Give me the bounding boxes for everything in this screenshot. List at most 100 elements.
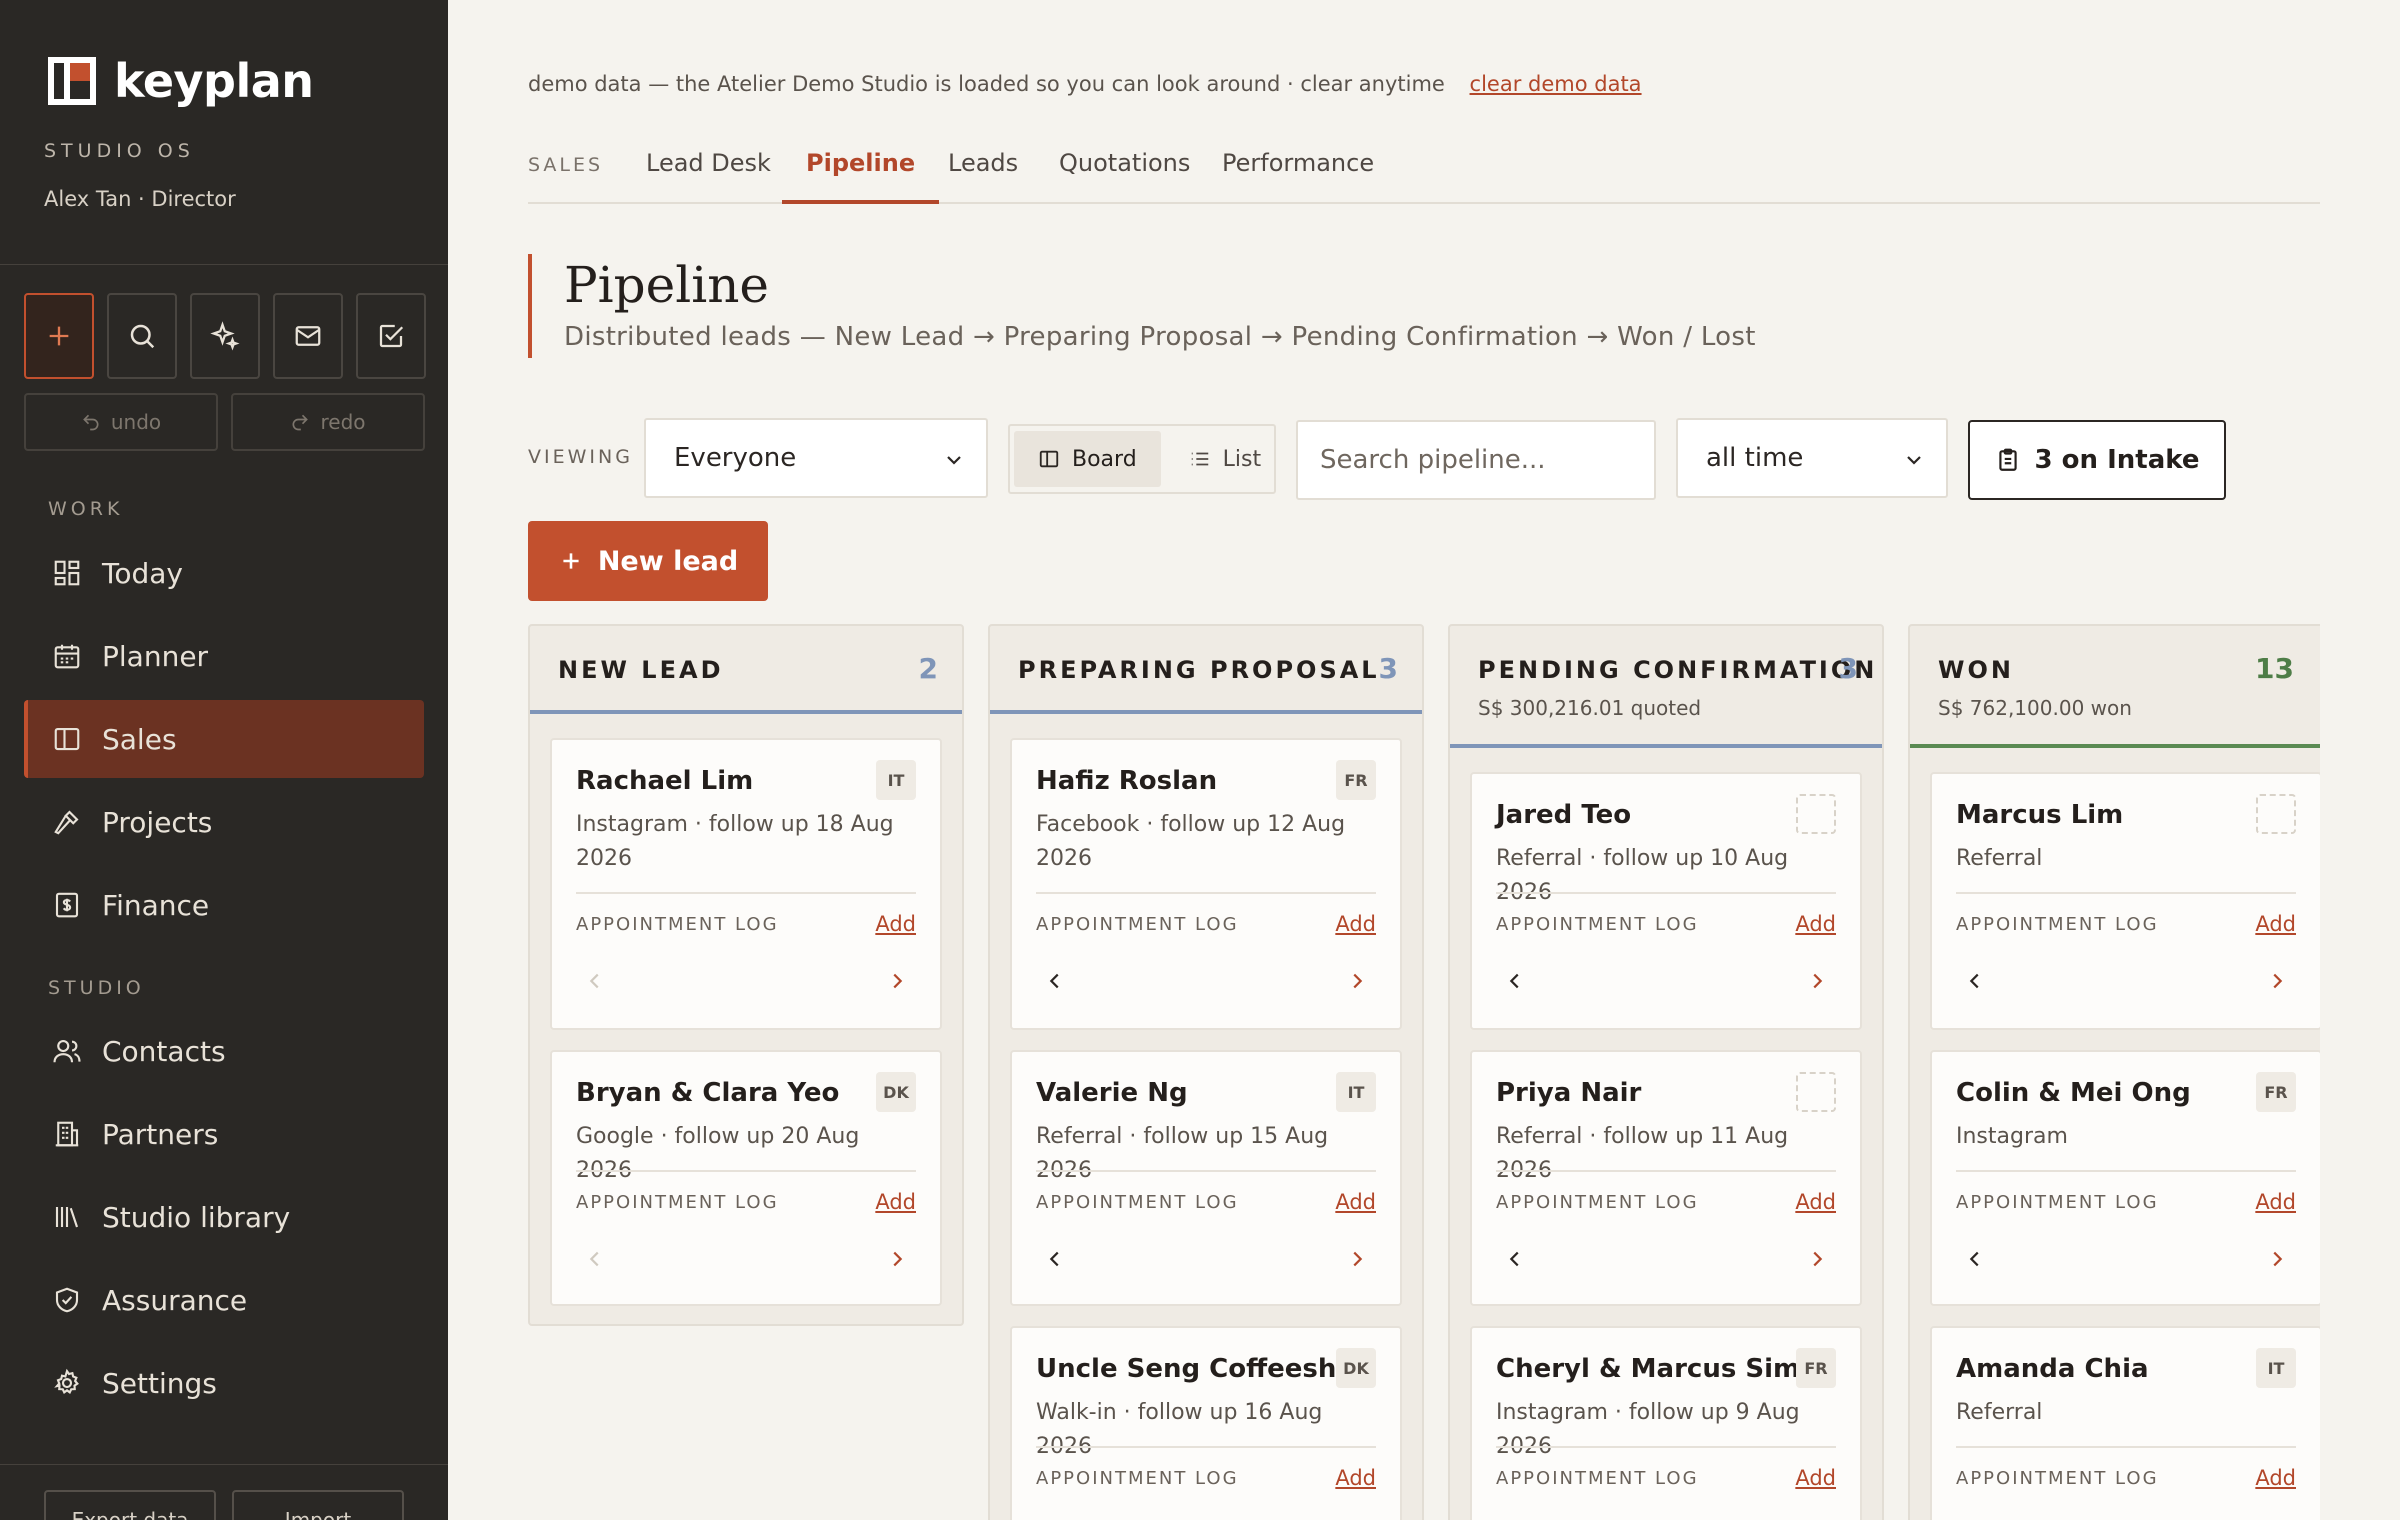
view-board-option[interactable]: Board — [1014, 431, 1161, 487]
lead-card[interactable]: Colin & Mei Ong FR Instagram APPOINTMENT… — [1930, 1050, 2320, 1306]
nav-item-planner[interactable]: Planner — [24, 617, 424, 695]
quick-tasks-button[interactable] — [356, 293, 426, 379]
add-appointment-link[interactable]: Add — [2255, 1466, 2296, 1490]
gear-icon — [54, 1368, 79, 1394]
next-appointment-button[interactable] — [1802, 966, 1832, 996]
lead-card[interactable]: Valerie Ng IT Referral · follow up 15 Au… — [1010, 1050, 1402, 1306]
nav-item-projects[interactable]: Projects — [24, 783, 424, 861]
card-divider — [1496, 1170, 1836, 1172]
period-select[interactable]: all time — [1676, 418, 1948, 498]
lead-card[interactable]: Hafiz Roslan FR Facebook · follow up 12 … — [1010, 738, 1402, 1030]
view-toggle: Board List — [1008, 424, 1276, 494]
next-appointment-button[interactable] — [2262, 1244, 2292, 1274]
add-appointment-link[interactable]: Add — [1795, 1190, 1836, 1214]
quick-search-button[interactable] — [107, 293, 177, 379]
nav-item-finance[interactable]: Finance — [24, 866, 424, 944]
prev-appointment-button[interactable] — [1500, 1244, 1530, 1274]
add-appointment-link[interactable]: Add — [2255, 912, 2296, 936]
tab-pipeline[interactable]: Pipeline — [782, 140, 940, 204]
add-appointment-link[interactable]: Add — [1335, 1190, 1376, 1214]
lead-card[interactable]: Uncle Seng Coffeeshop DK Walk-in · follo… — [1010, 1326, 1402, 1520]
lead-card[interactable]: Bryan & Clara Yeo DK Google · follow up … — [550, 1050, 942, 1306]
new-lead-label: New lead — [597, 545, 739, 577]
nav-item-settings[interactable]: Settings — [24, 1344, 424, 1422]
import-button[interactable]: Import — [232, 1490, 404, 1520]
designer-tag-empty[interactable] — [1796, 794, 1836, 834]
chevron-right-icon — [893, 973, 903, 989]
quick-add-button[interactable] — [24, 293, 94, 379]
clear-demo-link[interactable]: clear demo data — [1470, 72, 1642, 96]
plus-icon — [563, 553, 579, 569]
intake-button[interactable]: 3 on Intake — [1968, 420, 2226, 500]
lead-card[interactable]: Jared Teo Referral · follow up 10 Aug 20… — [1470, 772, 1862, 1030]
designer-tag: DK — [1336, 1348, 1376, 1388]
nav-label: Assurance — [102, 1283, 248, 1317]
lead-name: Marcus Lim — [1956, 800, 2124, 830]
tab-quotations[interactable]: Quotations — [1059, 140, 1190, 204]
nav-item-assurance[interactable]: Assurance — [24, 1261, 424, 1339]
nav-item-contacts[interactable]: Contacts — [24, 1012, 424, 1090]
search-input[interactable] — [1296, 420, 1656, 500]
lead-card[interactable]: Amanda Chia IT Referral APPOINTMENT LOG … — [1930, 1326, 2320, 1520]
view-list-option[interactable]: List — [1165, 431, 1285, 487]
viewing-select[interactable]: Everyone — [644, 418, 988, 498]
app-name: keyplan — [114, 54, 314, 108]
quick-ai-button[interactable] — [190, 293, 260, 379]
prev-appointment-button[interactable] — [1040, 966, 1070, 996]
lead-card[interactable]: Priya Nair Referral · follow up 11 Aug 2… — [1470, 1050, 1862, 1306]
next-appointment-button[interactable] — [882, 1244, 912, 1274]
next-appointment-button[interactable] — [1802, 1244, 1832, 1274]
nav-item-sales[interactable]: Sales — [24, 700, 424, 778]
add-appointment-link[interactable]: Add — [2255, 1190, 2296, 1214]
add-appointment-link[interactable]: Add — [1335, 912, 1376, 936]
lead-meta: Instagram · follow up 9 Aug 2026 — [1496, 1400, 1800, 1459]
undo-button[interactable]: undo — [24, 393, 218, 451]
library-icon — [55, 1207, 79, 1228]
next-appointment-button[interactable] — [1342, 1244, 1372, 1274]
designer-tag: IT — [1336, 1072, 1376, 1112]
tab-performance[interactable]: Performance — [1222, 140, 1374, 204]
chevron-right-icon — [1813, 973, 1823, 989]
prev-appointment-button[interactable] — [1960, 966, 1990, 996]
tab-lead-desk[interactable]: Lead Desk — [646, 140, 771, 204]
card-divider — [1956, 1446, 2296, 1448]
lead-card[interactable]: Rachael Lim IT Instagram · follow up 18 … — [550, 738, 942, 1030]
nav-item-partners[interactable]: Partners — [24, 1095, 424, 1173]
lead-name: Colin & Mei Ong — [1956, 1078, 2191, 1108]
add-appointment-link[interactable]: Add — [875, 1190, 916, 1214]
prev-appointment-button[interactable] — [580, 1244, 610, 1274]
prev-appointment-button[interactable] — [1960, 1244, 1990, 1274]
quick-mail-button[interactable] — [273, 293, 343, 379]
designer-tag-empty[interactable] — [2256, 794, 2296, 834]
add-appointment-link[interactable]: Add — [1795, 1466, 1836, 1490]
prev-appointment-button[interactable] — [580, 966, 610, 996]
chevron-left-icon — [1509, 1251, 1519, 1267]
designer-tag: DK — [876, 1072, 916, 1112]
lead-card[interactable]: Marcus Lim Referral APPOINTMENT LOG Add — [1930, 772, 2320, 1030]
next-appointment-button[interactable] — [2262, 966, 2292, 996]
lane-header: WON 13 S$ 762,100.00 won — [1910, 626, 2320, 748]
nav-label: Finance — [102, 888, 210, 922]
nav-item-studio-library[interactable]: Studio library — [24, 1178, 424, 1256]
export-data-button[interactable]: Export data — [44, 1490, 216, 1520]
current-user[interactable]: Alex Tan · Director — [44, 187, 236, 211]
next-appointment-button[interactable] — [1342, 966, 1372, 996]
add-appointment-link[interactable]: Add — [1335, 1466, 1376, 1490]
brand[interactable]: keyplan — [48, 54, 314, 108]
redo-button[interactable]: redo — [231, 393, 425, 451]
lead-name: Priya Nair — [1496, 1078, 1642, 1108]
chevron-down-icon — [947, 456, 961, 465]
lead-card[interactable]: Cheryl & Marcus Sim FR Instagram · follo… — [1470, 1326, 1862, 1520]
appointment-log-label: APPOINTMENT LOG — [1496, 1468, 1699, 1489]
add-appointment-link[interactable]: Add — [875, 912, 916, 936]
prev-appointment-button[interactable] — [1500, 966, 1530, 996]
nav-item-today[interactable]: Today — [24, 534, 424, 612]
prev-appointment-button[interactable] — [1040, 1244, 1070, 1274]
next-appointment-button[interactable] — [882, 966, 912, 996]
add-appointment-link[interactable]: Add — [1795, 912, 1836, 936]
tab-leads[interactable]: Leads — [948, 140, 1018, 204]
lane-title: WON — [1938, 656, 2014, 684]
new-lead-button[interactable]: New lead — [528, 521, 768, 601]
designer-tag-empty[interactable] — [1796, 1072, 1836, 1112]
lead-meta: Instagram — [1956, 1124, 2068, 1149]
